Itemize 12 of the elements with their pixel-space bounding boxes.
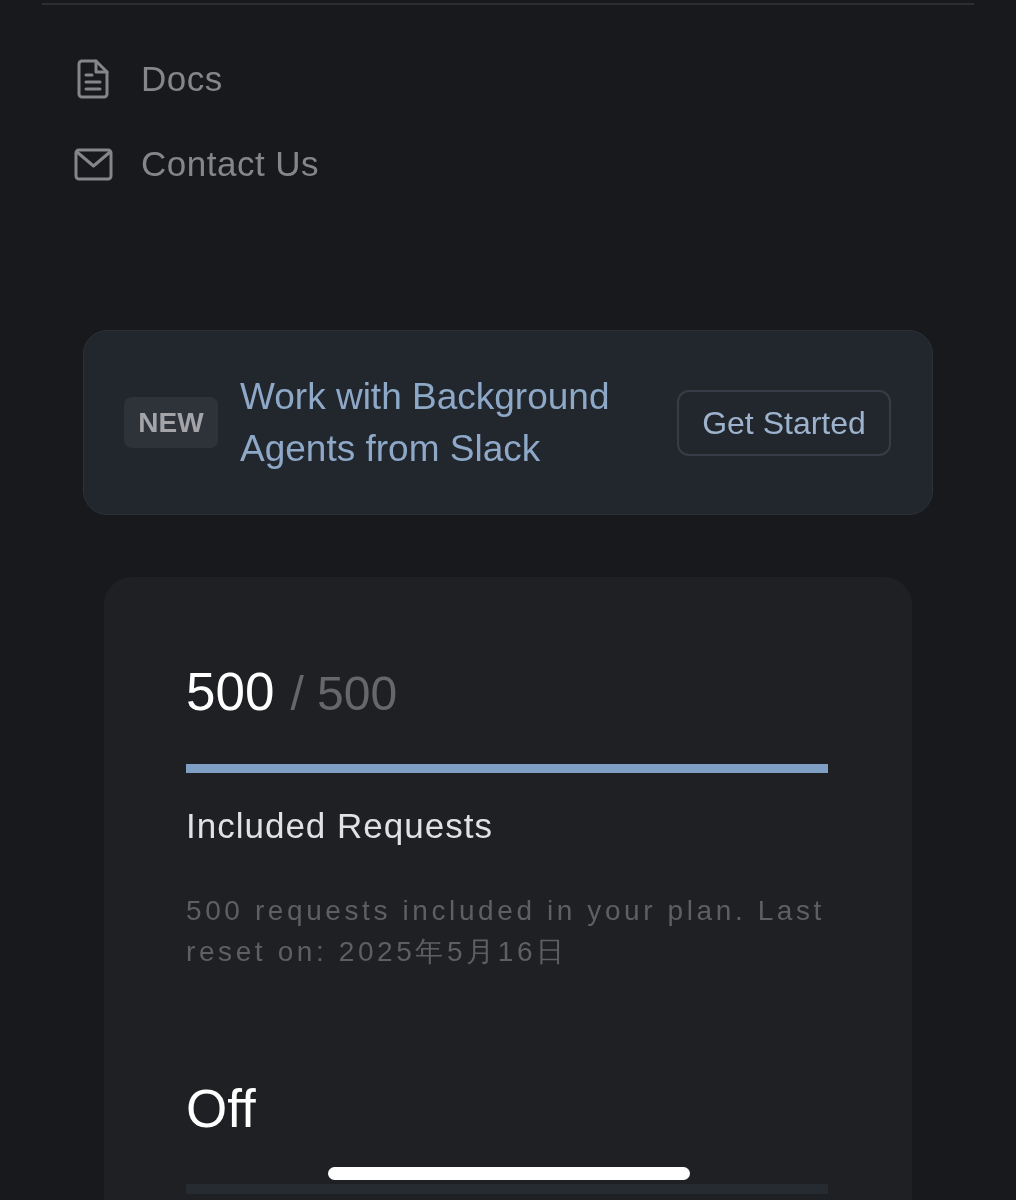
nav-link[interactable]: Docs <box>141 57 223 101</box>
usage-count: 500 <box>186 661 275 723</box>
banner-title: Work with Background Agents from Slack <box>240 374 611 471</box>
document-icon <box>76 59 110 99</box>
usage-count: Off <box>186 1078 256 1140</box>
usage-limit: / 500 <box>290 666 398 722</box>
mail-icon <box>73 147 113 181</box>
new-badge: NEW <box>124 397 218 448</box>
meter-description: 500 requests included in your plan. Last reset on: 2025年5月16日 <box>186 894 826 969</box>
nav-link[interactable]: Contact Us <box>141 142 320 186</box>
meter-label: Included Requests <box>186 805 494 847</box>
get-started-button[interactable]: Get Started <box>677 389 891 456</box>
